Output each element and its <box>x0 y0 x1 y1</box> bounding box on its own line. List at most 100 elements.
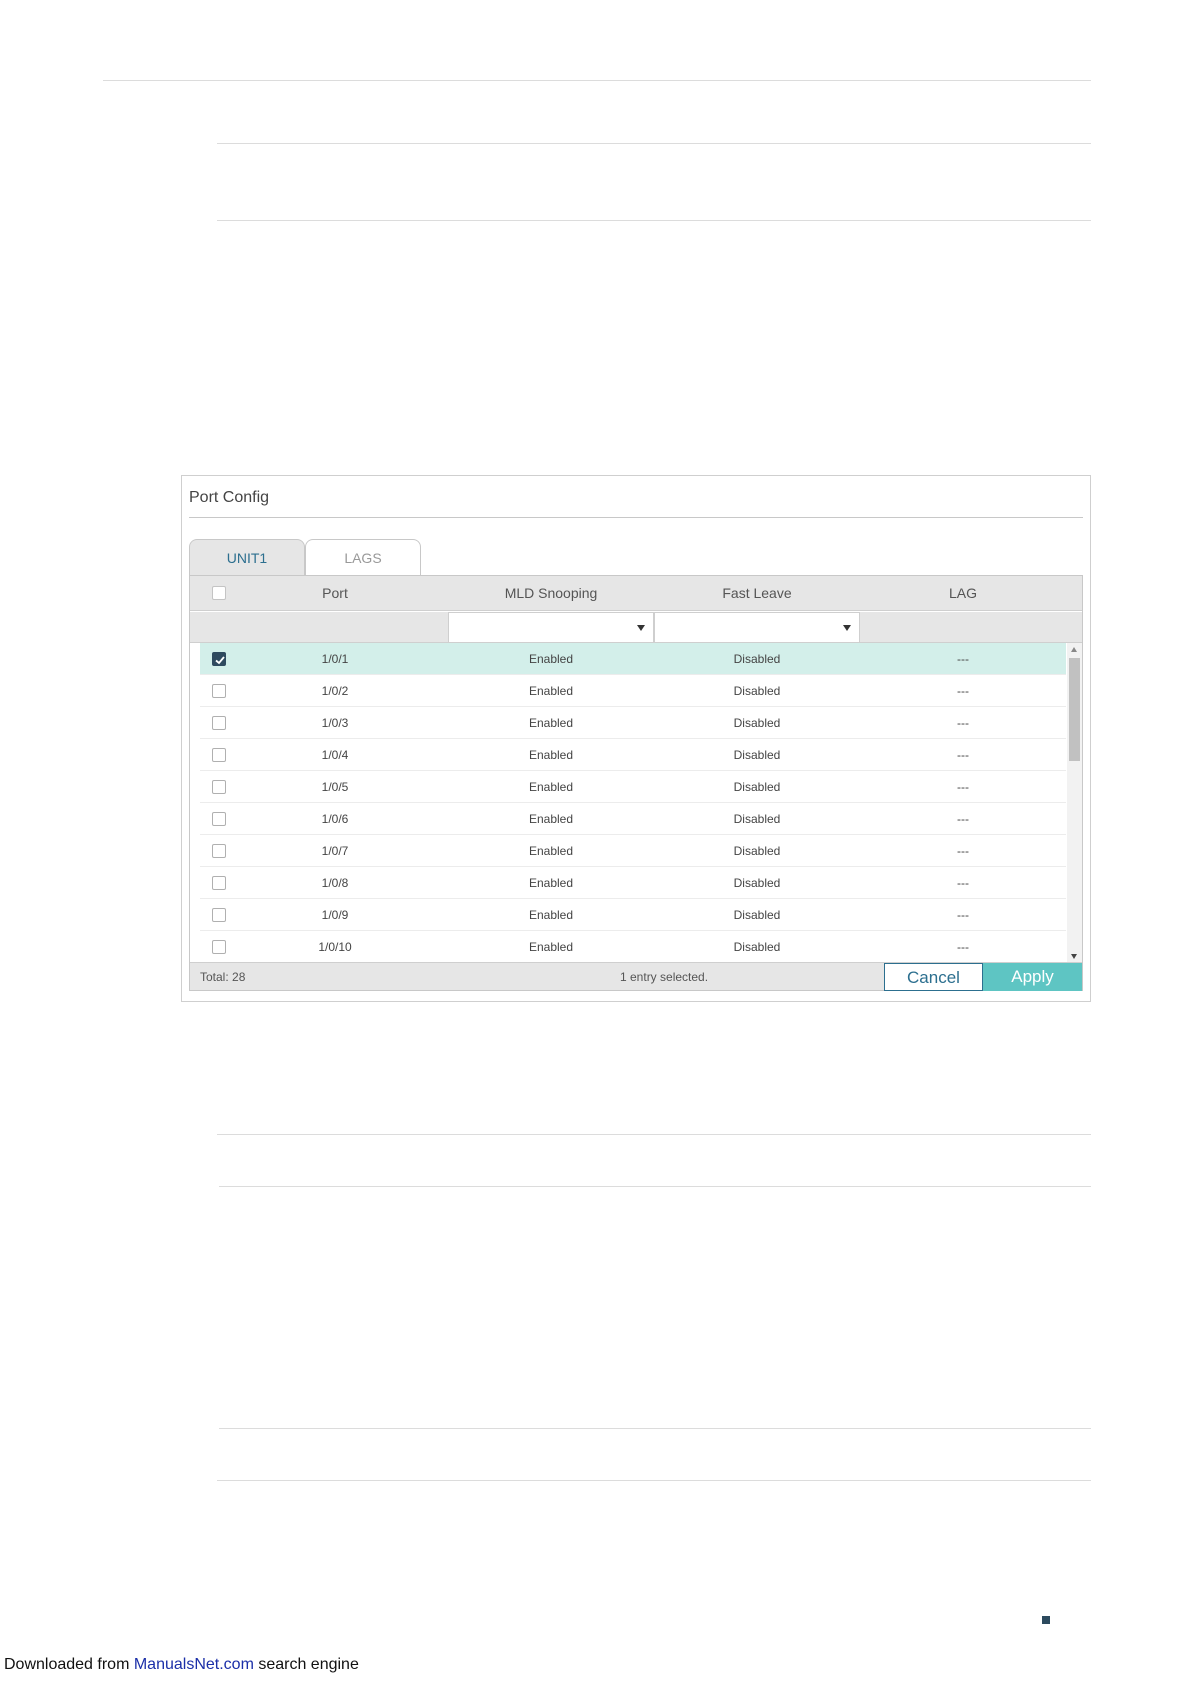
port-table: Port MLD Snooping Fast Leave LAG 1/0/1 E… <box>189 575 1083 991</box>
cell-lag: --- <box>957 908 969 922</box>
table-body: 1/0/1 Enabled Disabled --- 1/0/2 Enabled… <box>200 643 1066 963</box>
column-header-fast-leave: Fast Leave <box>722 585 792 601</box>
cell-fast-leave: Disabled <box>733 876 781 890</box>
scroll-up-icon[interactable] <box>1071 647 1077 652</box>
page-rule <box>219 1186 1091 1187</box>
row-checkbox[interactable] <box>212 812 226 826</box>
chevron-down-icon <box>843 625 851 631</box>
check-icon <box>215 656 225 665</box>
cell-fast-leave: Disabled <box>733 780 781 794</box>
manualsnet-link[interactable]: ManualsNet.com <box>134 1656 254 1673</box>
table-row[interactable]: 1/0/6 Enabled Disabled --- <box>200 803 1066 835</box>
row-checkbox[interactable] <box>212 684 226 698</box>
fast-leave-filter-select[interactable] <box>654 612 860 643</box>
cell-port: 1/0/9 <box>321 908 349 922</box>
cell-lag: --- <box>957 812 969 826</box>
selection-status: 1 entry selected. <box>620 970 709 984</box>
table-row[interactable]: 1/0/5 Enabled Disabled --- <box>200 771 1066 803</box>
row-checkbox[interactable] <box>212 844 226 858</box>
page-rule <box>217 143 1091 144</box>
table-row[interactable]: 1/0/7 Enabled Disabled --- <box>200 835 1066 867</box>
page-marker-icon <box>1042 1616 1050 1624</box>
column-header-port: Port <box>322 585 348 601</box>
apply-button[interactable]: Apply <box>983 963 1082 991</box>
download-note-suffix: search engine <box>253 1656 359 1673</box>
total-count: Total: 28 <box>200 970 246 984</box>
table-row[interactable]: 1/0/2 Enabled Disabled --- <box>200 675 1066 707</box>
cell-port: 1/0/6 <box>321 812 349 826</box>
cell-lag: --- <box>957 876 969 890</box>
scroll-down-icon[interactable] <box>1071 954 1077 959</box>
column-header-mld-snooping: MLD Snooping <box>504 585 598 601</box>
row-checkbox[interactable] <box>212 940 226 954</box>
cell-mld-snooping: Enabled <box>528 812 574 826</box>
title-divider <box>189 517 1083 518</box>
cell-mld-snooping: Enabled <box>528 844 574 858</box>
cell-fast-leave: Disabled <box>733 684 781 698</box>
table-row[interactable]: 1/0/4 Enabled Disabled --- <box>200 739 1066 771</box>
cell-mld-snooping: Enabled <box>528 748 574 762</box>
cell-lag: --- <box>957 940 969 954</box>
cell-port: 1/0/2 <box>321 684 349 698</box>
cell-lag: --- <box>957 652 969 666</box>
cell-fast-leave: Disabled <box>733 748 781 762</box>
tab-unit1[interactable]: UNIT1 <box>189 539 305 575</box>
cell-lag: --- <box>957 716 969 730</box>
table-row[interactable]: 1/0/9 Enabled Disabled --- <box>200 899 1066 931</box>
table-row[interactable]: 1/0/1 Enabled Disabled --- <box>200 643 1066 675</box>
page-rule <box>217 1480 1091 1481</box>
table-row[interactable]: 1/0/10 Enabled Disabled --- <box>200 931 1066 963</box>
cell-port: 1/0/1 <box>321 652 349 666</box>
page-rule <box>219 1428 1091 1429</box>
table-row[interactable]: 1/0/8 Enabled Disabled --- <box>200 867 1066 899</box>
cell-mld-snooping: Enabled <box>528 780 574 794</box>
cell-port: 1/0/3 <box>321 716 349 730</box>
cell-lag: --- <box>957 844 969 858</box>
cell-fast-leave: Disabled <box>733 812 781 826</box>
page-rule <box>103 80 1091 81</box>
cell-mld-snooping: Enabled <box>528 940 574 954</box>
cell-port: 1/0/4 <box>321 748 349 762</box>
panel-title: Port Config <box>189 489 270 506</box>
tab-lags[interactable]: LAGS <box>305 539 421 575</box>
table-footer: Total: 28 1 entry selected. Cancel Apply <box>190 962 1082 991</box>
download-note: Downloaded from ManualsNet.com search en… <box>4 1656 359 1674</box>
cell-port: 1/0/7 <box>321 844 349 858</box>
cell-lag: --- <box>957 748 969 762</box>
cell-lag: --- <box>957 780 969 794</box>
row-checkbox[interactable] <box>212 748 226 762</box>
scroll-thumb[interactable] <box>1069 658 1080 761</box>
row-checkbox[interactable] <box>212 876 226 890</box>
chevron-down-icon <box>637 625 645 631</box>
cell-mld-snooping: Enabled <box>528 684 574 698</box>
port-config-panel: Port Config UNIT1 LAGS Port MLD Snooping… <box>181 475 1091 1002</box>
cell-fast-leave: Disabled <box>733 908 781 922</box>
cell-fast-leave: Disabled <box>733 716 781 730</box>
table-scrollbar[interactable] <box>1067 643 1082 963</box>
row-checkbox[interactable] <box>212 652 226 666</box>
cell-port: 1/0/10 <box>318 940 352 954</box>
row-checkbox[interactable] <box>212 716 226 730</box>
cell-mld-snooping: Enabled <box>528 876 574 890</box>
mld-snooping-filter-select[interactable] <box>448 612 654 643</box>
page-rule <box>217 1134 1091 1135</box>
cell-lag: --- <box>957 684 969 698</box>
page-rule <box>217 220 1091 221</box>
cancel-button[interactable]: Cancel <box>884 963 983 991</box>
cell-fast-leave: Disabled <box>733 844 781 858</box>
cell-fast-leave: Disabled <box>733 940 781 954</box>
row-checkbox[interactable] <box>212 780 226 794</box>
table-header: Port MLD Snooping Fast Leave LAG <box>190 576 1082 611</box>
cell-port: 1/0/8 <box>321 876 349 890</box>
cell-fast-leave: Disabled <box>733 652 781 666</box>
download-note-prefix: Downloaded from <box>4 1656 134 1673</box>
filter-row <box>190 612 1082 643</box>
row-checkbox[interactable] <box>212 908 226 922</box>
cell-port: 1/0/5 <box>321 780 349 794</box>
cell-mld-snooping: Enabled <box>528 908 574 922</box>
cell-mld-snooping: Enabled <box>528 716 574 730</box>
column-header-lag: LAG <box>948 585 977 601</box>
cell-mld-snooping: Enabled <box>528 652 574 666</box>
select-all-checkbox[interactable] <box>212 586 226 600</box>
table-row[interactable]: 1/0/3 Enabled Disabled --- <box>200 707 1066 739</box>
